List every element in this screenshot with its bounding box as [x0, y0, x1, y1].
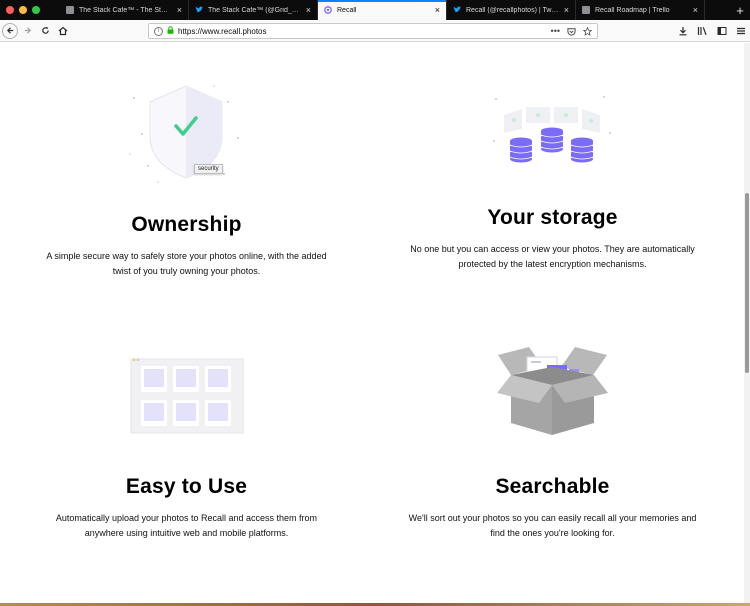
twitter-favicon-icon — [453, 6, 461, 14]
twitter-favicon-icon — [195, 6, 203, 14]
address-bar[interactable]: i https://www.recall.photos ••• — [148, 23, 598, 39]
close-window-icon[interactable] — [6, 6, 14, 14]
back-arrow-icon — [6, 27, 13, 34]
home-icon — [58, 26, 68, 35]
feature-title: Easy to Use — [125, 475, 248, 498]
forward-button[interactable] — [18, 22, 36, 40]
feature-title: Your storage — [487, 206, 618, 229]
feature-title: Searchable — [495, 475, 610, 498]
feature-description: A simple secure way to safely store your… — [46, 251, 327, 276]
tab-recall[interactable]: Recall × — [318, 0, 447, 20]
home-button[interactable] — [54, 22, 72, 40]
photo-grid-icon — [130, 358, 244, 434]
url-text[interactable]: https://www.recall.photos — [178, 27, 547, 36]
reload-icon — [41, 26, 49, 34]
tab-stack-cafe-twitter[interactable]: The Stack Cafe™ (@Grid_dev × — [189, 0, 318, 20]
scrollbar-thumb[interactable] — [745, 193, 749, 373]
tooltip: security — [194, 164, 223, 174]
close-tab-icon[interactable]: × — [306, 6, 311, 15]
lock-icon[interactable] — [167, 26, 174, 36]
tab-strip: The Stack Cafe™ - The Stack × The Stack … — [0, 0, 750, 20]
downloads-icon[interactable] — [678, 26, 688, 36]
tab-stack-cafe[interactable]: The Stack Cafe™ - The Stack × — [60, 0, 189, 20]
feature-description: Automatically upload your photos to Reca… — [55, 513, 318, 538]
feature-storage: Your storage No one but you can access o… — [405, 206, 700, 272]
tab-title: The Stack Cafe™ - The Stack — [79, 6, 172, 14]
close-tab-icon[interactable]: × — [435, 6, 440, 15]
forward-arrow-icon — [24, 27, 31, 34]
feature-title: Ownership — [131, 213, 242, 236]
window-controls — [0, 0, 60, 20]
maximize-window-icon[interactable] — [32, 6, 40, 14]
info-icon[interactable]: i — [154, 26, 163, 36]
toolbar-right — [678, 23, 746, 39]
pocket-icon[interactable] — [567, 27, 576, 36]
stack-favicon-icon — [66, 6, 74, 14]
new-tab-button[interactable]: + — [730, 0, 750, 20]
shield-check-icon — [129, 85, 239, 183]
close-tab-icon[interactable]: × — [693, 6, 698, 15]
open-box-icon — [497, 347, 608, 435]
tab-recall-twitter[interactable]: Recall (@recallphotos) | Twitter × — [447, 0, 576, 20]
sidebar-toggle-icon[interactable] — [717, 26, 727, 36]
page-content: Ownership A simple secure way to safely … — [0, 43, 744, 603]
feature-searchable: Searchable We'll sort out your photos so… — [405, 475, 700, 541]
minimize-window-icon[interactable] — [19, 6, 27, 14]
feature-description: No one but you can access or view your p… — [410, 244, 695, 269]
tab-title: Recall Roadmap | Trello — [595, 6, 670, 14]
tab-title: The Stack Cafe™ (@Grid_dev — [208, 6, 301, 14]
feature-description: We'll sort out your photos so you can ea… — [408, 513, 697, 538]
recall-favicon-icon — [324, 6, 332, 14]
page-actions-menu-icon[interactable]: ••• — [551, 26, 560, 36]
reload-button[interactable] — [36, 22, 54, 40]
back-button[interactable] — [2, 22, 18, 39]
close-tab-icon[interactable]: × — [177, 6, 182, 15]
hamburger-menu-icon[interactable] — [736, 26, 746, 36]
tab-title: Recall — [337, 6, 357, 14]
feature-ownership: Ownership A simple secure way to safely … — [40, 213, 333, 279]
tab-title: Recall (@recallphotos) | Twitter — [466, 6, 559, 14]
close-tab-icon[interactable]: × — [564, 6, 569, 15]
bookmark-star-icon[interactable] — [583, 26, 592, 36]
page-actions: ••• — [551, 26, 592, 36]
coin-stacks-icon — [493, 96, 611, 163]
tab-trello[interactable]: Recall Roadmap | Trello × — [576, 0, 705, 20]
navigation-toolbar: i https://www.recall.photos ••• — [0, 20, 750, 42]
feature-easy-to-use: Easy to Use Automatically upload your ph… — [40, 475, 333, 541]
trello-favicon-icon — [582, 6, 590, 14]
library-icon[interactable] — [697, 26, 708, 36]
